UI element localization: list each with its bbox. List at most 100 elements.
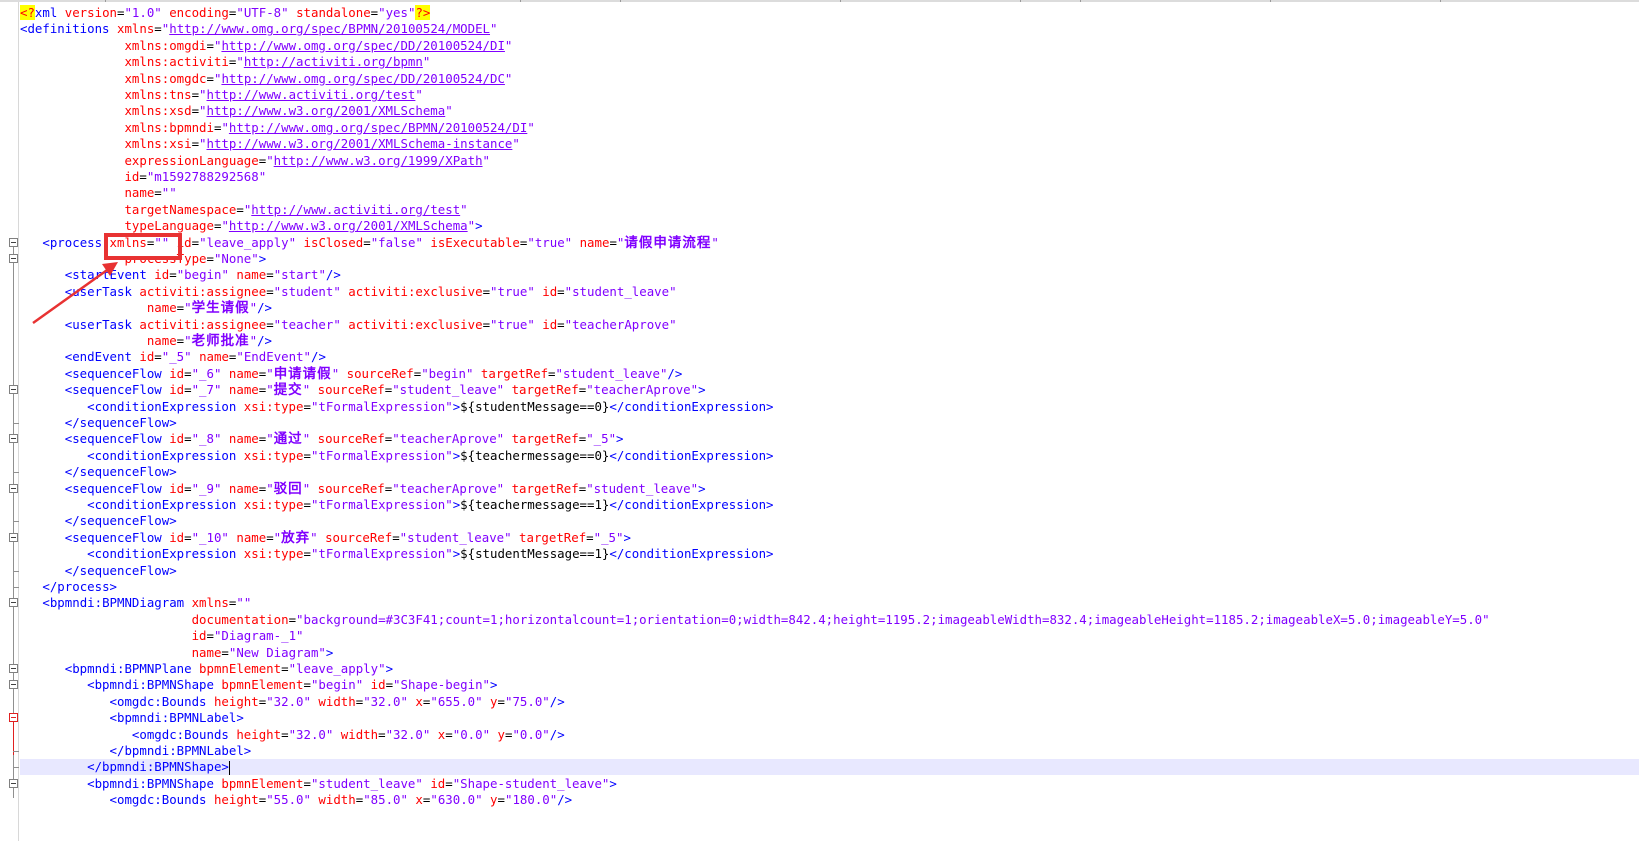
code-token: xmlns (116, 21, 155, 37)
code-line[interactable]: <sequenceFlow id="_9" name="驳回" sourceRe… (20, 481, 1639, 497)
code-token: id (370, 677, 386, 693)
code-line[interactable]: xmlns:bpmndi="http://www.omg.org/spec/BP… (20, 120, 1639, 136)
code-line[interactable]: expressionLanguage="http://www.w3.org/19… (20, 153, 1639, 169)
code-token: = (303, 398, 311, 414)
fold-end-marker (13, 751, 19, 752)
code-token: = (184, 365, 192, 381)
code-line[interactable]: processType="None"> (20, 251, 1639, 267)
fold-toggle-icon[interactable] (9, 385, 18, 395)
code-token: bpmnElement (221, 775, 304, 791)
code-line[interactable]: <conditionExpression xsi:type="tFormalEx… (20, 399, 1639, 415)
code-token: > (623, 529, 631, 545)
code-token: "Diagram-_1" (213, 628, 304, 644)
code-token: xsi:type (243, 497, 304, 512)
fold-toggle-icon[interactable] (9, 434, 18, 444)
code-token: <definitions (20, 21, 117, 37)
code-line[interactable]: <sequenceFlow id="_8" name="通过" sourceRe… (20, 431, 1639, 447)
fold-toggle-icon[interactable] (9, 532, 18, 542)
code-line[interactable]: <sequenceFlow id="_6" name="申请请假" source… (20, 366, 1639, 382)
code-line[interactable]: documentation="background=#3C3F41;count=… (20, 612, 1639, 628)
code-token: "student_leave" (310, 775, 431, 791)
code-token: " (266, 152, 274, 168)
code-token: ${studentMessage==1} (460, 546, 610, 562)
code-line[interactable]: xmlns:omgdc= "http://www.omg.org/spec/DD/… (20, 71, 1639, 87)
code-token: name (191, 644, 222, 660)
code-token: > (698, 480, 706, 496)
code-line[interactable]: name="学生请假"/> (20, 300, 1639, 316)
code-token: " (711, 234, 719, 250)
code-line[interactable]: <conditionExpression xsi:type="tFormalEx… (20, 448, 1639, 464)
code-token: = (184, 431, 192, 447)
code-token: = (557, 283, 565, 299)
code-line[interactable]: <sequenceFlow id="_10" name="放弃" sourceR… (20, 530, 1639, 546)
fold-toggle-icon[interactable] (9, 713, 18, 723)
code-line[interactable]: xmlns:xsi="http://www.w3.org/2001/XMLSch… (20, 136, 1639, 152)
code-line[interactable]: </sequenceFlow> (20, 464, 1639, 480)
code-token: "teacherAprove" (392, 480, 512, 496)
code-line[interactable]: id="m1592788292568" (20, 169, 1639, 185)
code-line[interactable]: name="老师批准"/> (20, 333, 1639, 349)
fold-toggle-icon[interactable] (9, 778, 18, 788)
code-line[interactable]: <omgdc:Bounds height="32.0" width="32.0"… (20, 694, 1639, 710)
code-token: = (548, 365, 556, 381)
code-line[interactable]: <bpmndi:BPMNShape bpmnElement="student_l… (20, 776, 1639, 792)
code-line[interactable]: <endEvent id="_5" name="EndEvent"/> (20, 349, 1639, 365)
code-line[interactable]: </bpmndi:BPMNShape> (20, 759, 1639, 776)
code-line[interactable]: <bpmndi:BPMNDiagram xmlns="" (20, 595, 1639, 611)
code-line[interactable]: xmlns:tns="http://www.activiti.org/test" (20, 87, 1639, 103)
code-line[interactable]: xmlns:omgdi= "http://www.omg.org/spec/DD/… (20, 38, 1639, 54)
code-token: "1.0" (124, 5, 170, 20)
fold-toggle-icon[interactable] (9, 598, 18, 608)
code-line[interactable]: name="New Diagram"> (20, 645, 1639, 661)
code-token: "0.0" (512, 726, 550, 742)
code-token: targetRef (511, 480, 579, 496)
code-line[interactable]: <userTask activiti:assignee="teacher" ac… (20, 317, 1639, 333)
code-line[interactable]: <omgdc:Bounds height="55.0" width="85.0"… (20, 792, 1639, 808)
fold-toggle-icon[interactable] (9, 237, 18, 247)
code-token: = (482, 283, 491, 299)
code-token: = (206, 628, 214, 644)
code-token: = (303, 546, 311, 562)
code-line[interactable]: xmlns:xsd="http://www.w3.org/2001/XMLSch… (20, 103, 1639, 119)
code-line[interactable]: <userTask activiti:assignee="student" ac… (20, 284, 1639, 300)
fold-toggle-icon[interactable] (9, 254, 18, 263)
fold-toggle-icon[interactable] (9, 680, 18, 690)
code-token: height (213, 792, 259, 808)
code-line[interactable]: xmlns:activiti="http://activiti.org/bpmn… (20, 54, 1639, 70)
code-line[interactable]: typeLanguage="http://www.w3.org/2001/XML… (20, 218, 1639, 234)
code-line[interactable]: </sequenceFlow> (20, 415, 1639, 431)
code-line[interactable]: </bpmndi:BPMNLabel> (20, 743, 1639, 759)
code-line[interactable]: <bpmndi:BPMNLabel> (20, 710, 1639, 726)
code-line[interactable]: <conditionExpression xsi:type="tFormalEx… (20, 546, 1639, 562)
code-line[interactable]: <process xmlns="" id="leave_apply" isClo… (20, 235, 1639, 251)
fold-toggle-icon[interactable] (9, 664, 18, 673)
code-token: " (490, 21, 498, 37)
code-token: /> (667, 365, 683, 381)
code-line[interactable]: <conditionExpression xsi:type="tFormalEx… (20, 497, 1639, 513)
code-line[interactable]: <omgdc:Bounds height="32.0" width="32.0"… (20, 727, 1639, 743)
code-token: = (378, 726, 386, 742)
fold-margin[interactable] (0, 2, 19, 841)
code-line[interactable]: <definitions xmlns= "http://www.omg.org/s… (20, 21, 1639, 37)
code-line[interactable]: <startEvent id="begin" name="start"/> (20, 267, 1639, 283)
code-token: "true" (490, 283, 543, 299)
code-line[interactable]: <bpmndi:BPMNPlane bpmnElement="leave_app… (20, 661, 1639, 677)
code-token: "tFormalExpression" (310, 398, 453, 414)
code-line[interactable]: </process> (20, 579, 1639, 595)
code-token: activiti:exclusive (348, 316, 483, 332)
code-line[interactable]: id="Diagram-_1" (20, 628, 1639, 644)
code-line[interactable]: <?xml version="1.0" encoding="UTF-8" sta… (20, 5, 1639, 21)
code-line[interactable]: </sequenceFlow> (20, 563, 1639, 579)
code-line[interactable]: </sequenceFlow> (20, 513, 1639, 529)
code-token: " (302, 431, 318, 447)
fold-toggle-icon[interactable] (9, 483, 18, 493)
code-line[interactable]: name="" (20, 185, 1639, 201)
code-line[interactable]: targetNamespace= "http://www.activiti.org… (20, 202, 1639, 218)
tab-divider (105, 0, 106, 2)
code-token: bpmnElement (221, 677, 304, 693)
code-line[interactable]: <bpmndi:BPMNShape bpmnElement="begin" id… (20, 677, 1639, 693)
code-line[interactable]: <sequenceFlow id="_7" name="提交" sourceRe… (20, 382, 1639, 398)
